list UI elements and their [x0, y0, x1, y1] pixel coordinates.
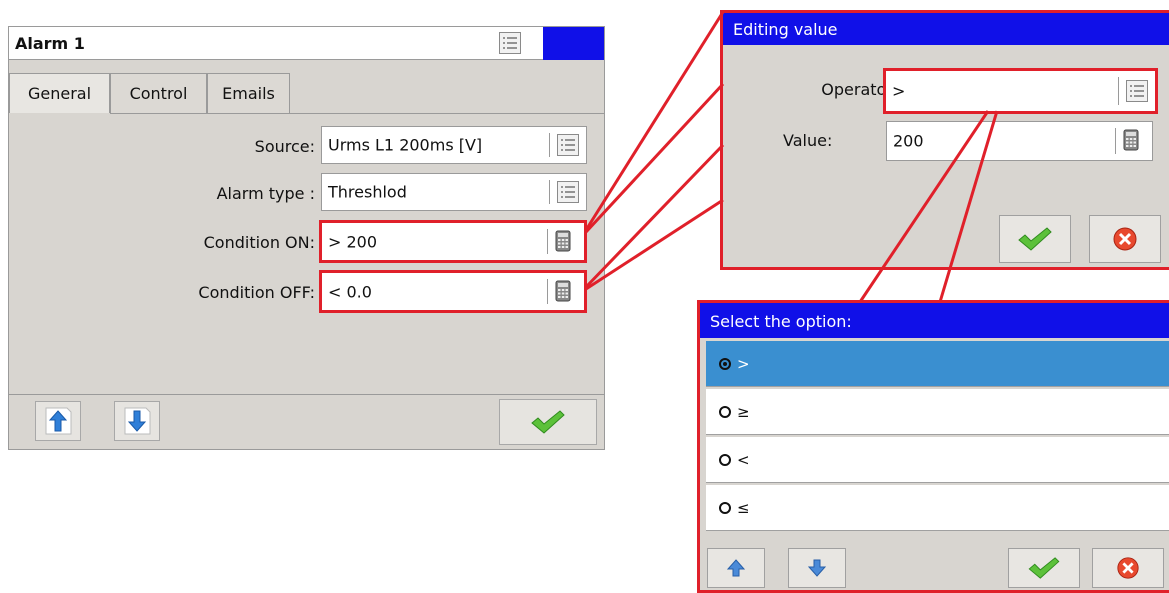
list-icon[interactable] — [557, 134, 579, 156]
title-bar-accent — [543, 27, 604, 60]
checkmark-icon — [1028, 557, 1060, 579]
editing-value-dialog: Editing value Operator: > Value: 200 — [720, 10, 1169, 270]
toolbar-divider — [9, 394, 604, 395]
option-label: ≥ — [737, 402, 750, 421]
calculator-icon[interactable] — [555, 230, 577, 254]
operator-field[interactable]: > — [883, 68, 1158, 114]
alarm-dialog: Alarm 1 General Control Emails Source: U… — [8, 26, 605, 450]
select-cancel-button[interactable] — [1092, 548, 1164, 588]
tab-emails[interactable]: Emails — [207, 73, 290, 113]
condition-on-field[interactable]: > 200 — [319, 220, 587, 263]
condition-off-label: Condition OFF: — [198, 283, 315, 302]
option-row[interactable]: ≤ — [706, 485, 1169, 531]
alarm-title: Alarm 1 — [15, 34, 85, 53]
list-icon[interactable] — [557, 181, 579, 203]
tab-general[interactable]: General — [9, 73, 110, 113]
option-label: < — [737, 450, 750, 469]
list-icon[interactable] — [1126, 80, 1148, 102]
option-row[interactable]: < — [706, 437, 1169, 483]
editing-cancel-button[interactable] — [1089, 215, 1161, 263]
operator-label: Operator: — [821, 80, 898, 99]
radio-icon — [719, 501, 731, 514]
editing-title: Editing value — [733, 20, 838, 39]
calculator-icon[interactable] — [555, 280, 577, 304]
arrow-down-icon — [807, 559, 827, 577]
tab-general-label: General — [27, 84, 92, 103]
source-label: Source: — [254, 137, 315, 156]
value-value: 200 — [893, 131, 924, 151]
checkmark-icon — [531, 410, 565, 434]
option-down-button[interactable] — [788, 548, 846, 588]
select-ok-button[interactable] — [1008, 548, 1080, 588]
condition-on-label: Condition ON: — [203, 233, 315, 252]
tab-control-label: Control — [129, 84, 188, 103]
editing-ok-button[interactable] — [999, 215, 1071, 263]
radio-icon — [719, 405, 731, 418]
list-icon[interactable] — [499, 32, 521, 54]
operator-value: > — [892, 81, 906, 101]
cancel-icon — [1113, 227, 1137, 251]
option-label: ≤ — [737, 498, 750, 517]
value-label: Value: — [783, 131, 833, 150]
option-up-button[interactable] — [707, 548, 765, 588]
condition-on-value: > 200 — [328, 232, 378, 251]
move-up-button[interactable] — [35, 401, 81, 441]
tab-control[interactable]: Control — [110, 73, 207, 113]
cancel-icon — [1117, 557, 1139, 579]
condition-off-field[interactable]: < 0.0 — [319, 270, 587, 313]
checkmark-icon — [1018, 227, 1052, 251]
select-title: Select the option: — [710, 312, 852, 331]
source-value: Urms L1 200ms [V] — [328, 135, 483, 155]
arrow-down-icon — [124, 407, 151, 435]
tab-emails-label: Emails — [222, 84, 275, 103]
ok-button[interactable] — [499, 399, 597, 445]
alarm-type-label: Alarm type : — [216, 184, 315, 203]
alarm-type-field[interactable]: Threshlod — [321, 173, 587, 211]
option-row[interactable]: > — [706, 341, 1169, 387]
move-down-button[interactable] — [114, 401, 160, 441]
radio-selected-icon — [719, 357, 731, 370]
select-option-dialog: Select the option: > ≥ < ≤ — [697, 300, 1169, 593]
alarm-title-bar: Alarm 1 — [9, 27, 604, 60]
alarm-type-value: Threshlod — [328, 182, 407, 202]
editing-title-bar: Editing value — [723, 13, 1169, 45]
condition-off-value: < 0.0 — [328, 282, 372, 301]
arrow-up-icon — [45, 407, 72, 435]
select-title-bar: Select the option: — [700, 303, 1169, 338]
source-field[interactable]: Urms L1 200ms [V] — [321, 126, 587, 164]
value-field[interactable]: 200 — [886, 121, 1153, 161]
arrow-up-icon — [726, 559, 746, 577]
calculator-icon[interactable] — [1123, 129, 1145, 153]
option-label: > — [737, 354, 750, 373]
radio-icon — [719, 453, 731, 466]
tab-divider — [110, 113, 605, 114]
option-row[interactable]: ≥ — [706, 389, 1169, 435]
